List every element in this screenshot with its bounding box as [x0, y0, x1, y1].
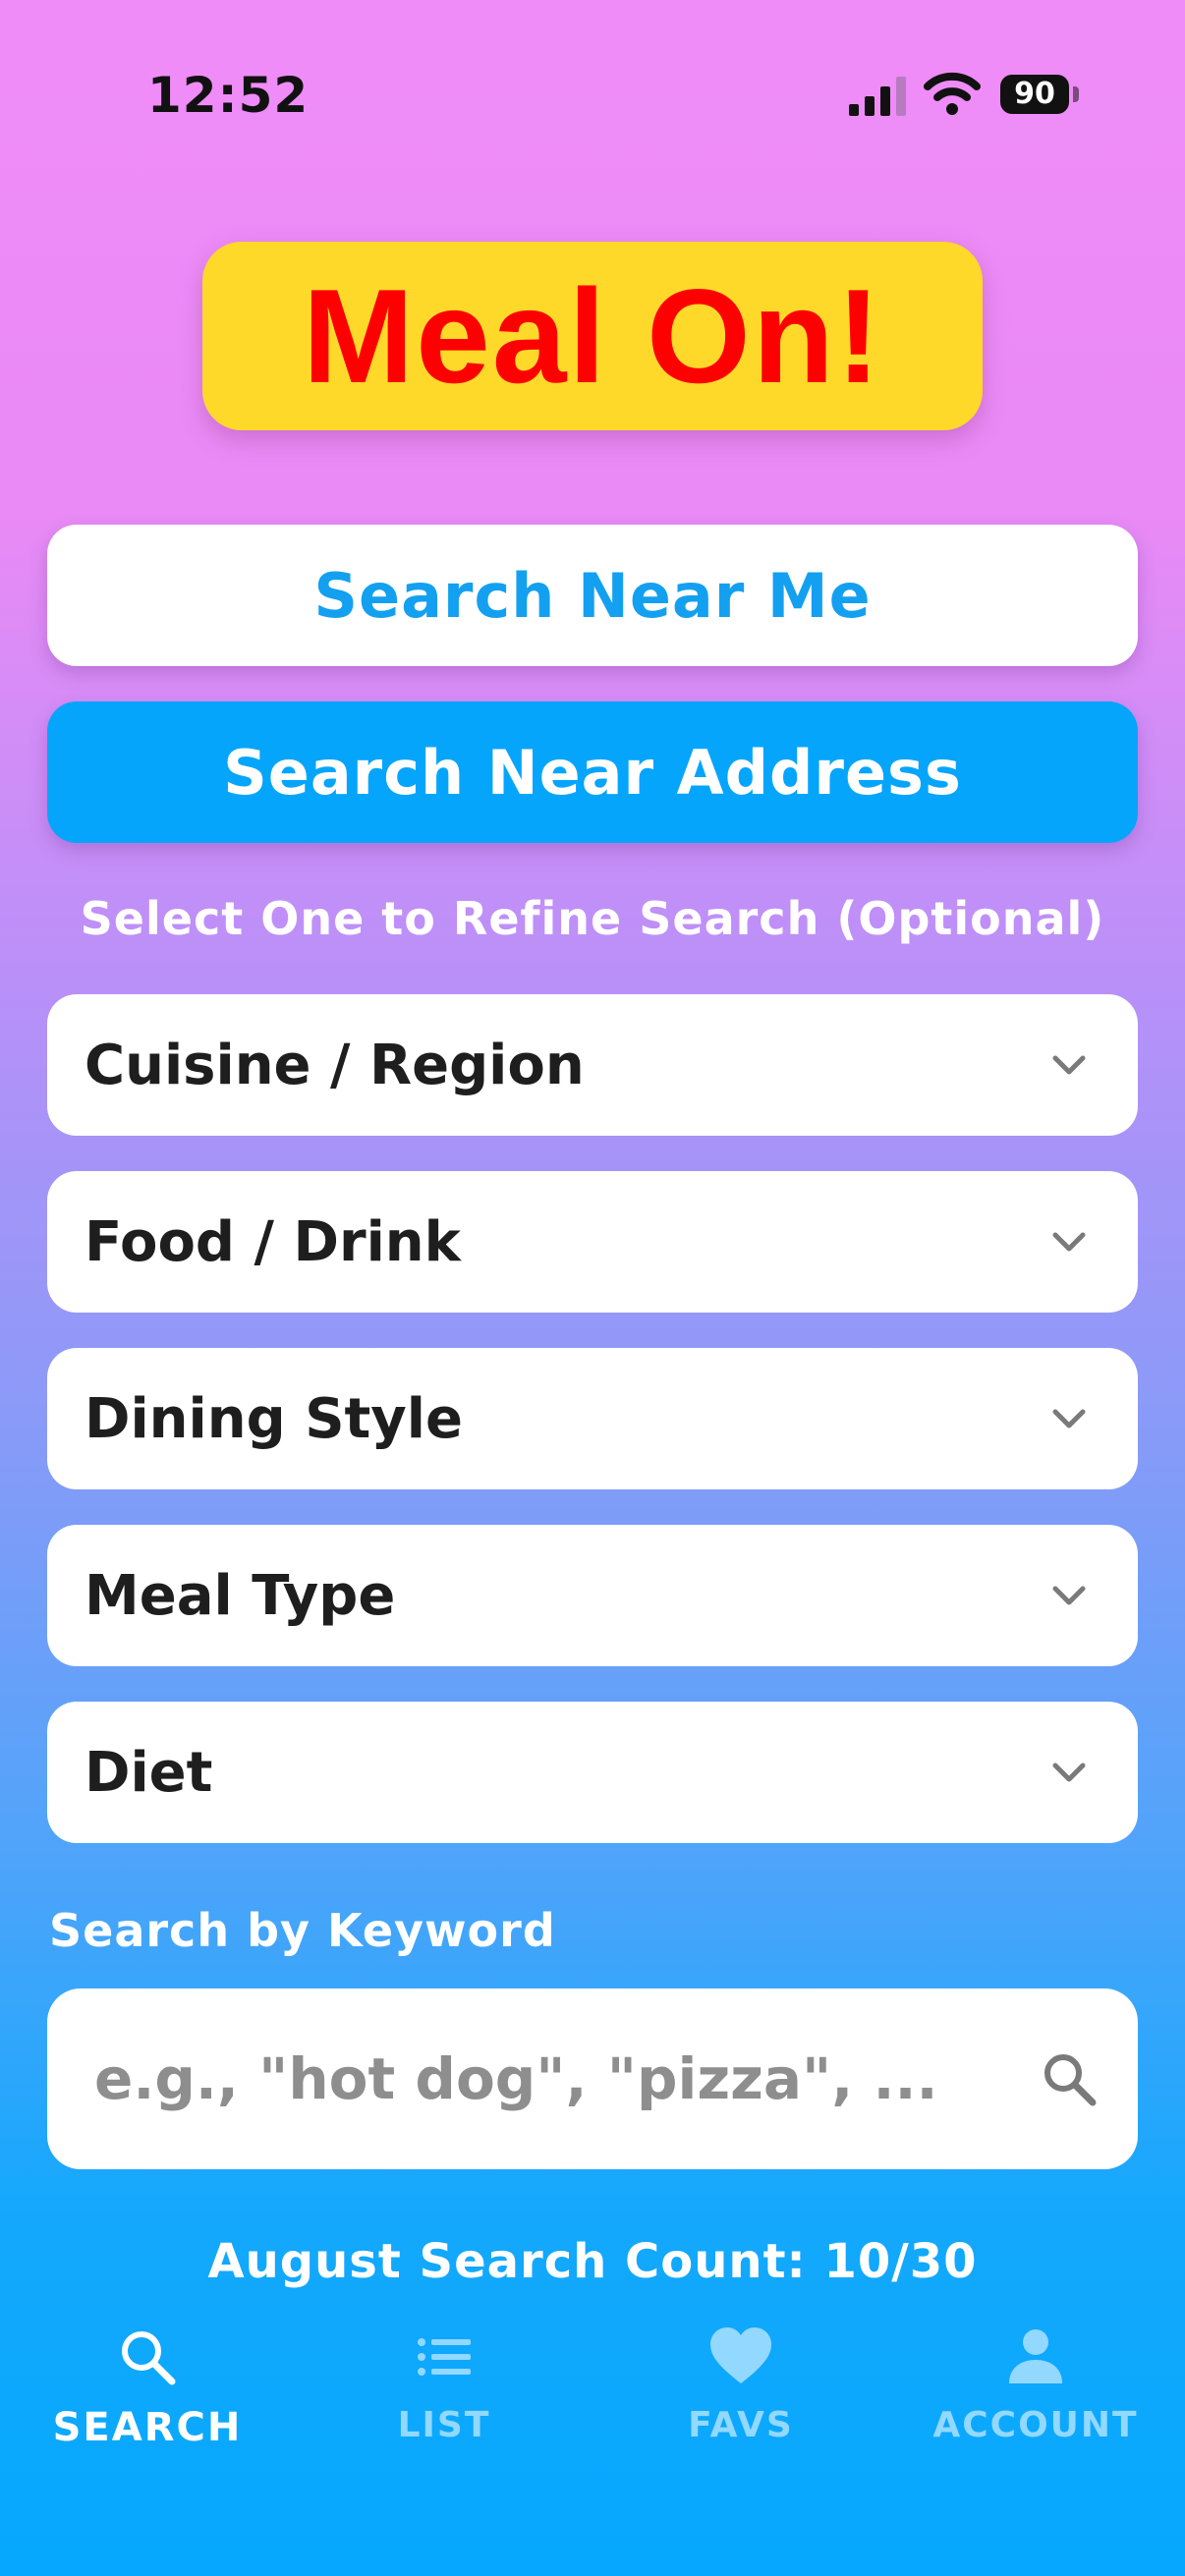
search-near-me-button[interactable]: Search Near Me	[47, 525, 1138, 666]
dropdown-cuisine-region[interactable]: Cuisine / Region	[47, 994, 1138, 1136]
tab-label: ACCOUNT	[932, 2405, 1139, 2445]
chevron-down-icon	[1052, 1232, 1086, 1252]
tab-label: SEARCH	[52, 2405, 243, 2450]
cellular-signal-icon	[849, 77, 906, 116]
app-logo: Meal On!	[202, 242, 983, 430]
chevron-down-icon	[1052, 1586, 1086, 1605]
search-icon	[122, 2331, 176, 2385]
person-icon	[1009, 2329, 1062, 2383]
status-time: 12:52	[147, 67, 310, 124]
battery-icon: 90	[1000, 75, 1069, 114]
battery-nub	[1073, 86, 1079, 102]
search-count: August Search Count: 10/30	[207, 2234, 978, 2289]
dropdown-diet[interactable]: Diet	[47, 1702, 1138, 1843]
tab-account[interactable]: ACCOUNT	[888, 2324, 1183, 2472]
keyword-search-label: Search by Keyword	[49, 1904, 556, 1957]
search-near-address-button[interactable]: Search Near Address	[47, 701, 1138, 843]
chevron-down-icon	[1052, 1409, 1086, 1428]
dropdown-label: Dining Style	[85, 1386, 463, 1451]
dropdown-label: Cuisine / Region	[85, 1033, 585, 1097]
list-icon	[418, 2338, 471, 2376]
dropdown-label: Food / Drink	[85, 1209, 461, 1274]
tab-label: FAVS	[688, 2405, 794, 2445]
chevron-down-icon	[1052, 1763, 1086, 1782]
heart-icon	[710, 2327, 771, 2383]
status-bar: 12:52 90	[0, 0, 1185, 196]
dropdown-dining-style[interactable]: Dining Style	[47, 1348, 1138, 1489]
dropdown-meal-type[interactable]: Meal Type	[47, 1525, 1138, 1666]
wifi-icon	[924, 72, 981, 115]
keyword-search-box	[47, 1988, 1138, 2169]
chevron-down-icon	[1052, 1055, 1086, 1075]
tab-favs[interactable]: FAVS	[593, 2324, 888, 2472]
app-logo-text: Meal On!	[302, 261, 883, 411]
tab-label: LIST	[397, 2405, 491, 2445]
keyword-search-input[interactable]	[94, 1988, 1018, 2169]
tab-search[interactable]: SEARCH	[0, 2324, 295, 2472]
tab-list[interactable]: LIST	[297, 2324, 592, 2472]
dropdown-food-drink[interactable]: Food / Drink	[47, 1171, 1138, 1313]
dropdown-label: Meal Type	[85, 1563, 396, 1628]
dropdown-label: Diet	[85, 1740, 213, 1805]
search-icon[interactable]	[1040, 2049, 1099, 2108]
refine-search-label: Select One to Refine Search (Optional)	[80, 892, 1105, 945]
